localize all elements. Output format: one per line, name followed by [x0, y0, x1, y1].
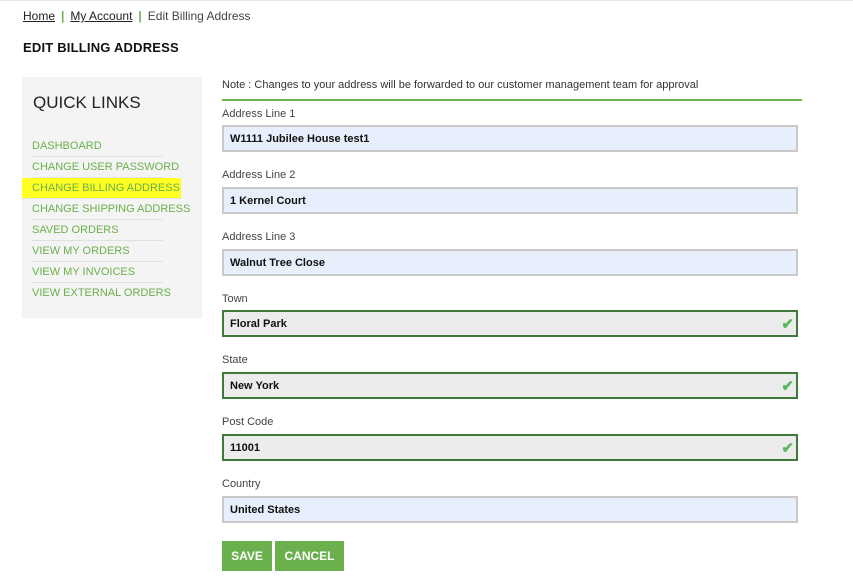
- breadcrumb-home-link[interactable]: Home: [23, 9, 55, 23]
- post-code-label: Post Code: [222, 416, 274, 428]
- town-valid-check-icon: ✔: [781, 316, 794, 333]
- country-input[interactable]: [222, 496, 798, 523]
- address-line-3-label: Address Line 3: [222, 231, 296, 243]
- sidebar-item-view-external-orders[interactable]: VIEW EXTERNAL ORDERS: [32, 283, 171, 303]
- town-input[interactable]: [222, 310, 798, 337]
- sidebar-item-change-user-password[interactable]: CHANGE USER PASSWORD: [32, 157, 179, 178]
- sidebar-item-view-my-invoices[interactable]: VIEW MY INVOICES: [32, 262, 163, 283]
- quick-links-sidebar: QUICK LINKS DASHBOARD CHANGE USER PASSWO…: [22, 77, 202, 318]
- country-label: Country: [222, 478, 261, 490]
- save-button[interactable]: SAVE: [222, 541, 272, 571]
- post-code-input[interactable]: [222, 434, 798, 461]
- sidebar-item-change-billing-address[interactable]: CHANGE BILLING ADDRESS: [22, 178, 181, 199]
- town-label: Town: [222, 293, 248, 305]
- address-line-1-input[interactable]: [222, 125, 798, 152]
- quick-links-list: DASHBOARD CHANGE USER PASSWORD CHANGE BI…: [22, 136, 190, 303]
- state-label: State: [222, 354, 248, 366]
- state-valid-check-icon: ✔: [781, 378, 794, 395]
- sidebar-item-dashboard[interactable]: DASHBOARD: [32, 136, 163, 157]
- address-line-2-input[interactable]: [222, 187, 798, 214]
- page-title: EDIT BILLING ADDRESS: [23, 40, 179, 55]
- breadcrumb: Home | My Account | Edit Billing Address: [23, 9, 251, 23]
- address-line-3-input[interactable]: [222, 249, 798, 276]
- sidebar-item-saved-orders[interactable]: SAVED ORDERS: [32, 220, 163, 241]
- breadcrumb-separator: |: [61, 9, 65, 23]
- top-divider: [0, 0, 853, 1]
- billing-address-form: Note : Changes to your address will be f…: [222, 77, 802, 571]
- cancel-button[interactable]: CANCEL: [275, 541, 344, 571]
- quick-links-title: QUICK LINKS: [33, 93, 141, 112]
- breadcrumb-separator: |: [138, 9, 142, 23]
- breadcrumb-account-link[interactable]: My Account: [70, 9, 132, 23]
- state-input[interactable]: [222, 372, 798, 399]
- sidebar-item-view-my-orders[interactable]: VIEW MY ORDERS: [32, 241, 163, 262]
- approval-note: Note : Changes to your address will be f…: [222, 79, 699, 91]
- address-line-1-label: Address Line 1: [222, 108, 296, 120]
- sidebar-item-change-shipping-address[interactable]: CHANGE SHIPPING ADDRESS: [32, 199, 190, 220]
- post-code-valid-check-icon: ✔: [781, 440, 794, 457]
- address-line-2-label: Address Line 2: [222, 169, 296, 181]
- note-divider: [222, 99, 802, 101]
- breadcrumb-current: Edit Billing Address: [147, 9, 251, 23]
